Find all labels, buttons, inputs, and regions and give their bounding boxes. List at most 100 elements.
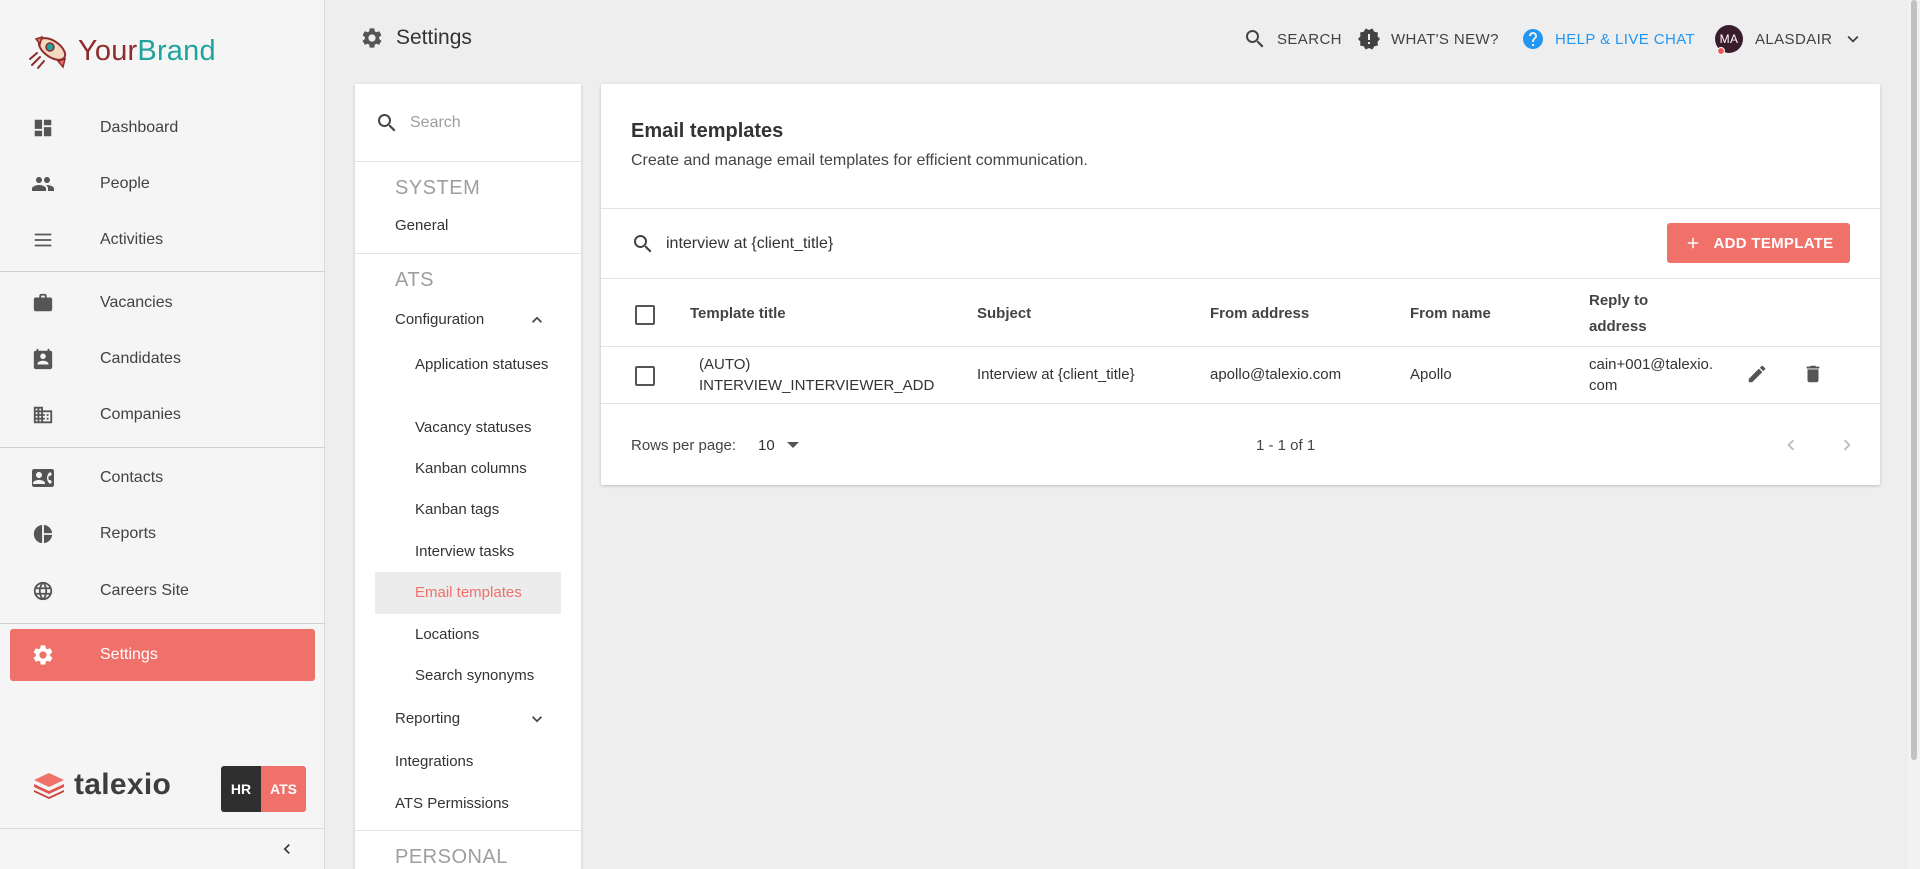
avatar-initials: MA (1719, 32, 1739, 46)
sidebar-item-label: Candidates (100, 350, 181, 367)
topbar-actions: SEARCH WHAT'S NEW? HELP & LIVE CHAT MA A… (0, 22, 1920, 56)
cell-from-name: Apollo (1410, 366, 1452, 383)
user-name: ALASDAIR (1755, 30, 1833, 48)
search-icon (631, 232, 655, 261)
column-header-template-title[interactable]: Template title (690, 301, 786, 327)
gear-icon (30, 642, 56, 668)
card-divider (601, 278, 1880, 279)
app-sidebar: YourBrand Dashboard People Activities Va… (0, 0, 325, 869)
building-icon (30, 402, 56, 428)
collapse-sidebar-button[interactable] (275, 837, 299, 861)
column-header-subject[interactable]: Subject (977, 301, 1031, 327)
whats-new-button[interactable]: WHAT'S NEW? (1357, 22, 1499, 56)
sidebar-item-label: Settings (100, 646, 158, 663)
settings-divider (355, 253, 581, 254)
pagination-range: 1 - 1 of 1 (1256, 437, 1316, 454)
search-icon (1243, 27, 1267, 51)
settings-nav: SYSTEM General ATS Configuration Applica… (355, 84, 581, 869)
sidebar-item-label: Vacancies (100, 294, 173, 311)
dashboard-icon (30, 115, 56, 141)
sidebar-item-vacancies[interactable]: Vacancies (0, 278, 325, 328)
settings-link-vacancy-statuses[interactable]: Vacancy statuses (415, 417, 531, 438)
ats-badge[interactable]: ATS (261, 766, 306, 812)
sidebar-item-settings[interactable]: Settings (10, 629, 315, 681)
chevron-up-icon[interactable] (527, 310, 547, 330)
people-icon (30, 171, 56, 197)
settings-link-interview-tasks[interactable]: Interview tasks (415, 541, 514, 562)
sidebar-item-label: Activities (100, 231, 164, 248)
sidebar-item-activities[interactable]: Activities (0, 215, 325, 265)
help-live-chat-button[interactable]: HELP & LIVE CHAT (1521, 22, 1695, 56)
previous-page-button[interactable] (1778, 432, 1804, 458)
sidebar-item-label: People (100, 175, 150, 192)
settings-link-general[interactable]: General (395, 217, 448, 234)
settings-link-configuration[interactable]: Configuration (395, 311, 484, 328)
section-heading-system: SYSTEM (395, 177, 481, 199)
global-search-button[interactable]: SEARCH (1243, 22, 1342, 56)
edit-button[interactable] (1743, 360, 1771, 388)
settings-link-email-templates[interactable]: Email templates (415, 582, 522, 603)
activities-icon (30, 227, 56, 253)
email-templates-card: Email templates Create and manage email … (601, 84, 1880, 485)
add-template-button[interactable]: ADD TEMPLATE (1667, 223, 1850, 263)
column-header-from-address[interactable]: From address (1210, 301, 1309, 327)
notification-dot (1717, 47, 1725, 55)
rows-per-page-select[interactable]: 10 (758, 433, 799, 457)
settings-search-input[interactable] (410, 110, 560, 136)
settings-link-ats-permissions[interactable]: ATS Permissions (395, 795, 509, 812)
section-heading-ats: ATS (395, 269, 434, 291)
cell-subject: Interview at {client_title} (977, 366, 1135, 383)
globe-icon (30, 578, 56, 604)
sidebar-divider (0, 447, 325, 448)
trash-icon (1806, 365, 1820, 383)
sidebar-item-label: Companies (100, 406, 181, 423)
sidebar-divider (0, 623, 325, 624)
settings-link-reporting[interactable]: Reporting (395, 710, 460, 727)
sidebar-item-companies[interactable]: Companies (0, 390, 325, 440)
settings-link-integrations[interactable]: Integrations (395, 753, 473, 770)
sidebar-item-reports[interactable]: Reports (0, 509, 325, 559)
hr-badge[interactable]: HR (221, 766, 261, 812)
card-title: Email templates (631, 120, 784, 142)
user-menu-button[interactable]: MA ALASDAIR (1715, 22, 1864, 56)
template-search-input[interactable] (666, 230, 1266, 258)
chevron-left-icon (283, 844, 290, 854)
settings-link-kanban-tags[interactable]: Kanban tags (415, 499, 499, 520)
settings-search (355, 84, 581, 162)
sidebar-item-dashboard[interactable]: Dashboard (0, 103, 325, 153)
settings-divider (355, 830, 581, 831)
settings-link-locations[interactable]: Locations (415, 624, 479, 645)
chevron-down-icon[interactable] (527, 709, 547, 729)
help-label: HELP & LIVE CHAT (1555, 30, 1696, 48)
pencil-icon (1748, 365, 1766, 383)
sidebar-item-careers-site[interactable]: Careers Site (0, 566, 325, 616)
sidebar-item-people[interactable]: People (0, 159, 325, 209)
delete-button[interactable] (1799, 360, 1827, 388)
sidebar-item-candidates[interactable]: Candidates (0, 334, 325, 384)
rows-per-page-label: Rows per page: (631, 437, 737, 454)
cell-from-address: apollo@talexio.com (1210, 366, 1342, 383)
column-header-from-name[interactable]: From name (1410, 301, 1491, 327)
talexio-wordmark: talexio (74, 768, 172, 801)
add-template-label: ADD TEMPLATE (1713, 234, 1834, 252)
scrollbar-thumb[interactable] (1911, 0, 1917, 760)
next-page-button[interactable] (1834, 432, 1860, 458)
row-checkbox[interactable] (635, 366, 655, 386)
product-switcher[interactable]: HR ATS (221, 766, 306, 812)
column-header-reply-to[interactable]: Reply to address (1589, 288, 1669, 340)
settings-link-application-statuses[interactable]: Application statuses (415, 354, 555, 375)
whats-new-label: WHAT'S NEW? (1391, 30, 1499, 48)
chevron-down-icon (1842, 28, 1864, 50)
select-all-checkbox[interactable] (635, 305, 655, 325)
settings-link-search-synonyms[interactable]: Search synonyms (415, 665, 534, 686)
help-icon (1521, 27, 1545, 51)
settings-link-kanban-columns[interactable]: Kanban columns (415, 458, 527, 479)
sidebar-item-contacts[interactable]: Contacts (0, 453, 325, 503)
sidebar-item-label: Reports (100, 525, 157, 542)
chevron-left-icon (1787, 439, 1795, 451)
cell-reply-to: cain+001@talexio.com (1589, 356, 1714, 394)
sidebar-footer (0, 828, 325, 869)
page-scrollbar[interactable] (1908, 0, 1920, 869)
table-row[interactable]: (AUTO) INTERVIEW_INTERVIEWER_ADD Intervi… (601, 347, 1880, 403)
search-icon (375, 111, 399, 140)
